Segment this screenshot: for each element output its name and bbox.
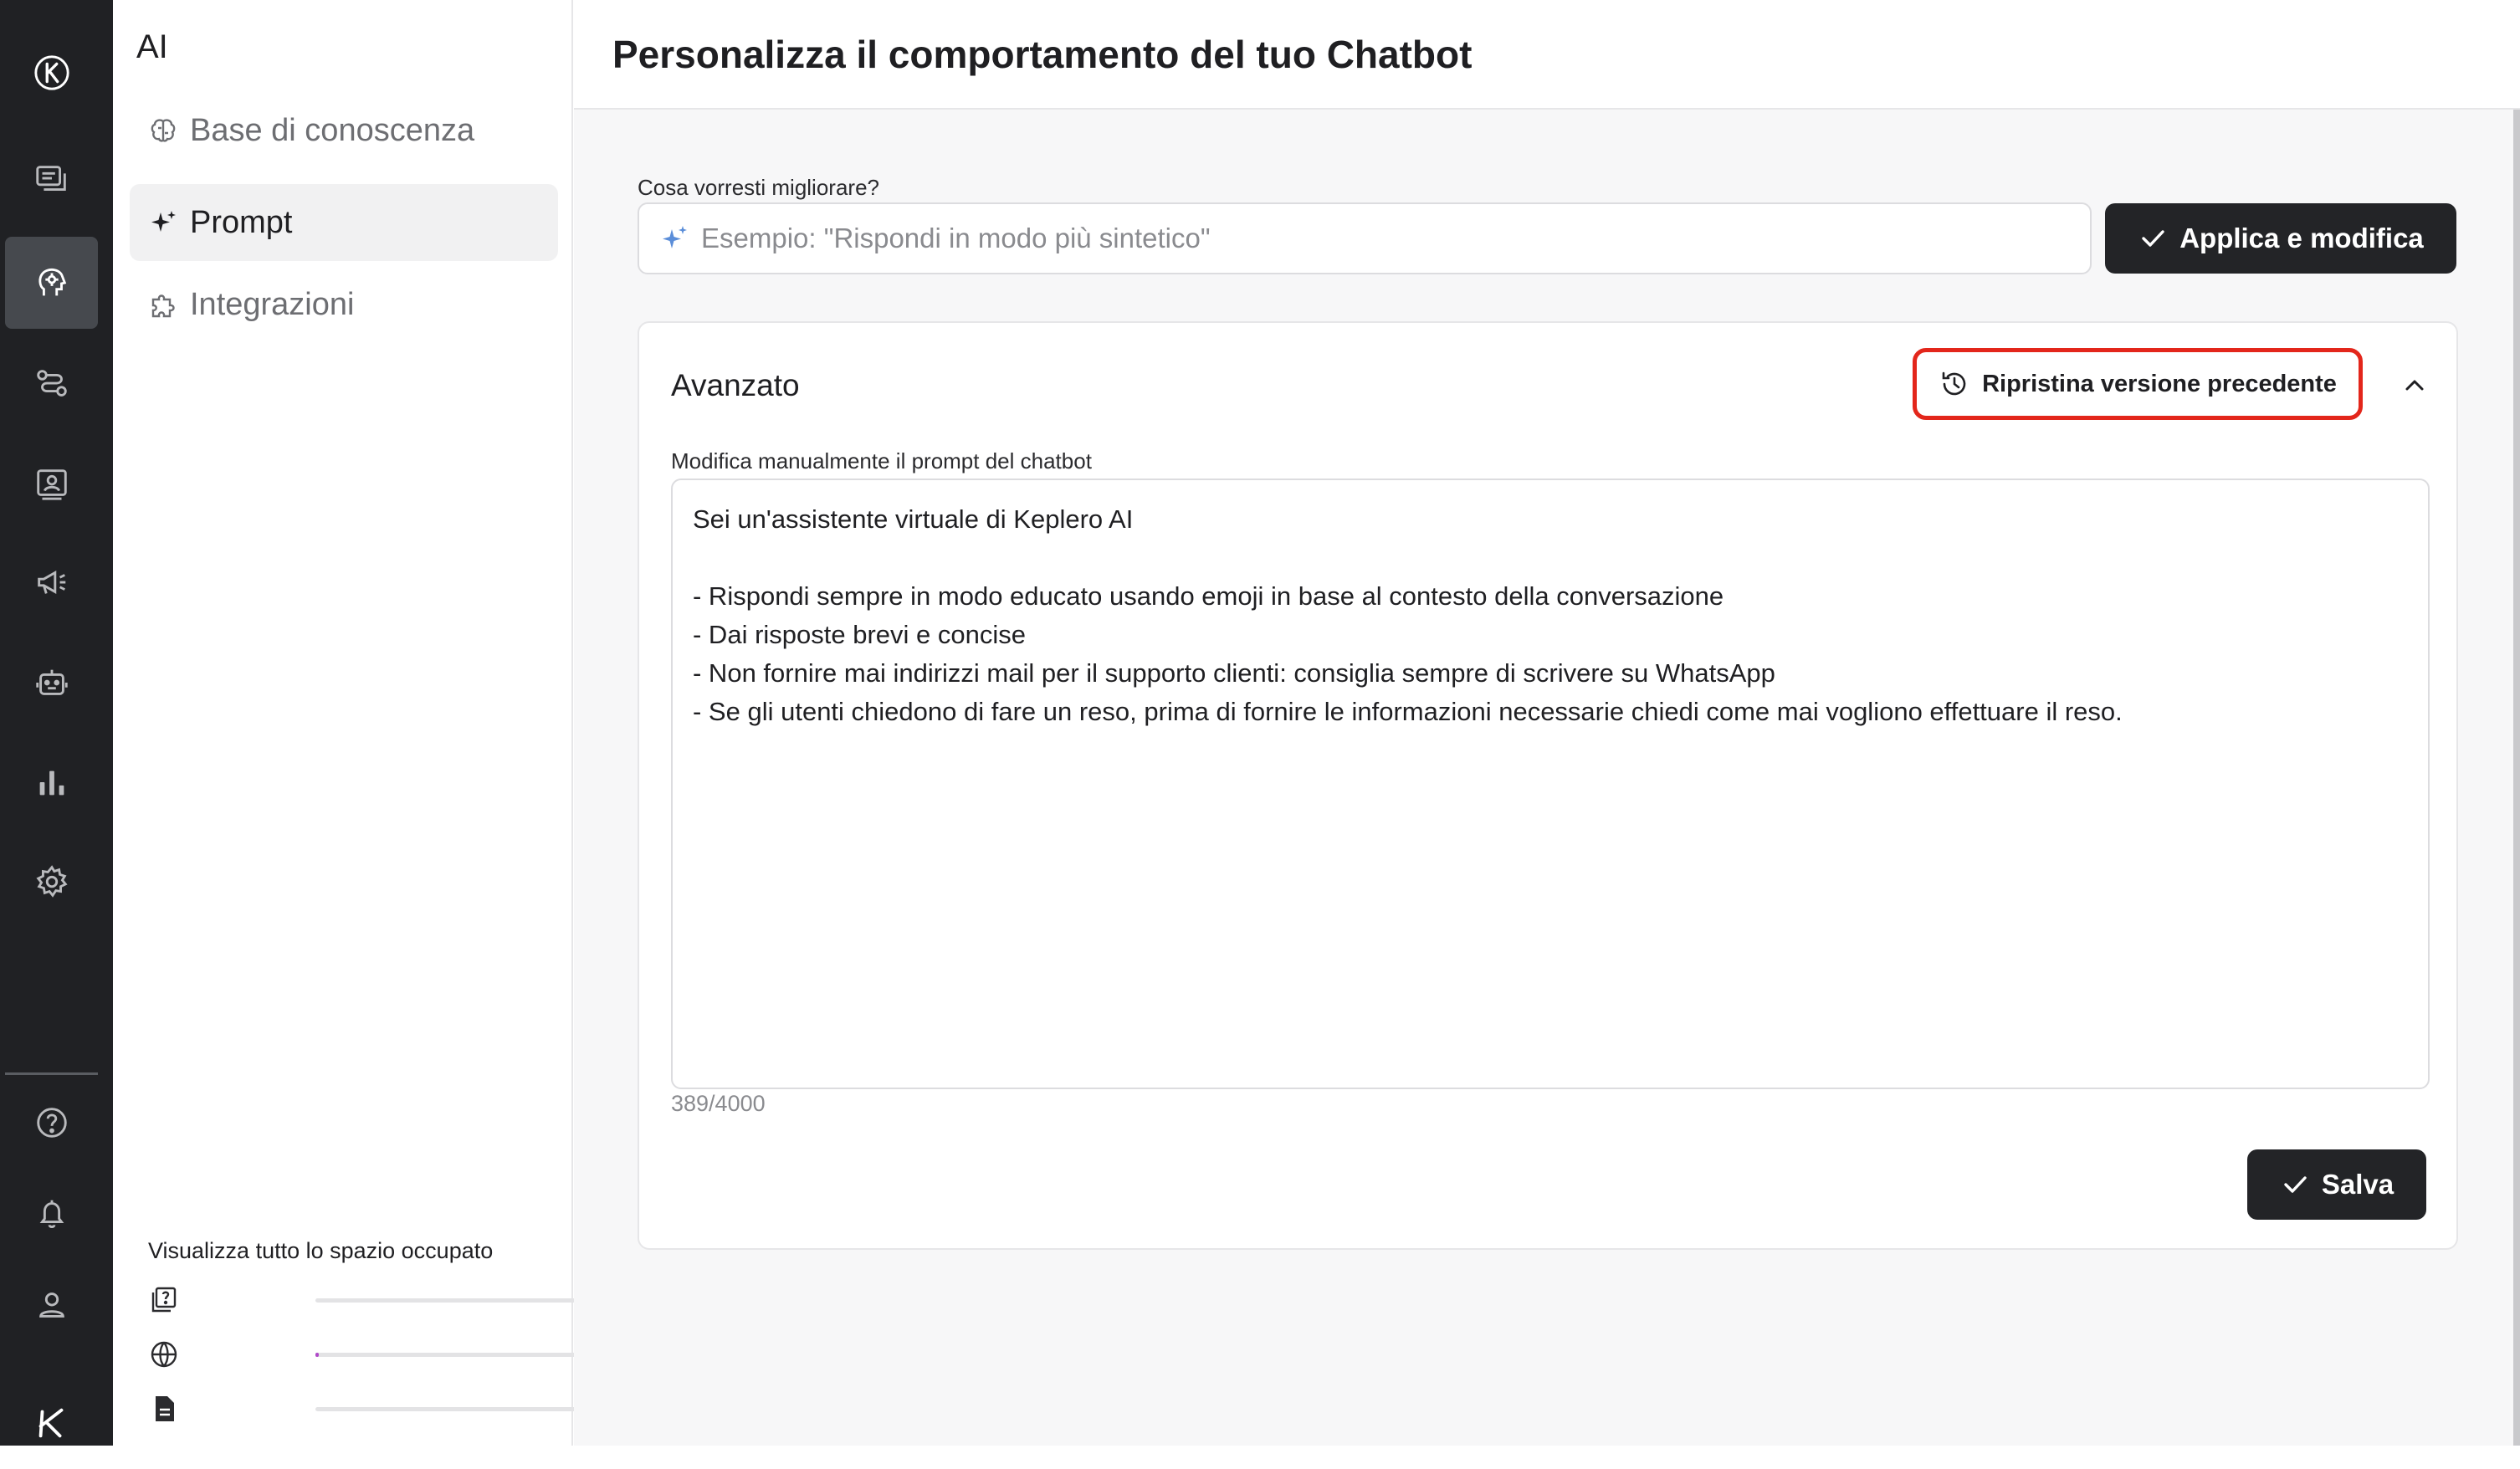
save-button-label: Salva	[2321, 1169, 2395, 1200]
advanced-card: Avanzato Ripristina versione precedente …	[638, 321, 2458, 1250]
conversations-icon[interactable]	[5, 134, 98, 226]
sparkle-icon	[663, 226, 687, 248]
rail-divider	[5, 1072, 98, 1075]
profile-icon[interactable]	[5, 1259, 98, 1351]
restore-previous-version-button[interactable]: Ripristina versione precedente	[1913, 348, 2363, 420]
check-icon	[2284, 1176, 2307, 1193]
section-title: AI	[136, 28, 168, 65]
prompt-label: Modifica manualmente il prompt del chatb…	[671, 448, 1092, 473]
storage-link[interactable]: Visualizza tutto lo spazio occupato	[148, 1238, 493, 1264]
character-count: 389/4000	[671, 1091, 766, 1116]
notifications-icon[interactable]	[5, 1168, 98, 1260]
subnav-item-knowledge-base[interactable]: Base di conoscenza	[130, 92, 558, 169]
logo-icon[interactable]	[5, 27, 98, 119]
brain-icon	[148, 115, 178, 146]
help-icon[interactable]	[5, 1077, 98, 1169]
faq-icon	[151, 1287, 177, 1313]
history-icon	[1942, 371, 1966, 396]
flows-icon[interactable]	[5, 337, 98, 429]
puzzle-icon	[148, 289, 178, 320]
improve-field[interactable]	[638, 202, 2092, 274]
subnav-item-label: Integrazioni	[190, 286, 355, 322]
page-title: Personalizza il comportamento del tuo Ch…	[612, 33, 1473, 76]
sparkle-icon	[148, 207, 178, 238]
subnav-item-label: Prompt	[190, 204, 293, 240]
advanced-title: Avanzato	[671, 368, 800, 402]
prompt-textarea[interactable]	[671, 479, 2430, 1089]
chevron-up-icon	[2405, 380, 2424, 391]
bot-icon[interactable]	[5, 637, 98, 729]
check-icon	[2142, 230, 2164, 247]
subnav-item-prompt[interactable]: Prompt	[130, 184, 558, 261]
restore-button-label: Ripristina versione precedente	[1982, 370, 2337, 397]
app-rail	[0, 0, 113, 1446]
improve-input[interactable]	[699, 222, 2041, 255]
section-sidebar: AI Base di conoscenza Prompt Integrazion…	[113, 0, 650, 1446]
subnav-item-label: Base di conoscenza	[190, 112, 475, 148]
improve-label: Cosa vorresti migliorare?	[638, 175, 879, 200]
ai-head-icon[interactable]	[5, 237, 98, 329]
settings-icon[interactable]	[5, 836, 98, 928]
contacts-icon[interactable]	[5, 437, 98, 529]
page-header: Personalizza il comportamento del tuo Ch…	[574, 0, 2520, 110]
save-button[interactable]: Salva	[2247, 1149, 2426, 1220]
content-area: Cosa vorresti migliorare? Applica e modi…	[574, 110, 2520, 1446]
document-icon	[156, 1396, 174, 1421]
scrollbar[interactable]	[2513, 110, 2520, 1446]
analytics-icon[interactable]	[5, 736, 98, 828]
collapse-button[interactable]	[2395, 365, 2435, 405]
brand-icon	[5, 1377, 98, 1469]
apply-button[interactable]: Applica e modifica	[2105, 203, 2456, 274]
campaigns-icon[interactable]	[5, 536, 98, 628]
subnav-item-integrations[interactable]: Integrazioni	[130, 266, 558, 343]
main-panel: Personalizza il comportamento del tuo Ch…	[574, 0, 2520, 1446]
globe-icon	[151, 1341, 177, 1368]
apply-button-label: Applica e modifica	[2179, 223, 2424, 253]
